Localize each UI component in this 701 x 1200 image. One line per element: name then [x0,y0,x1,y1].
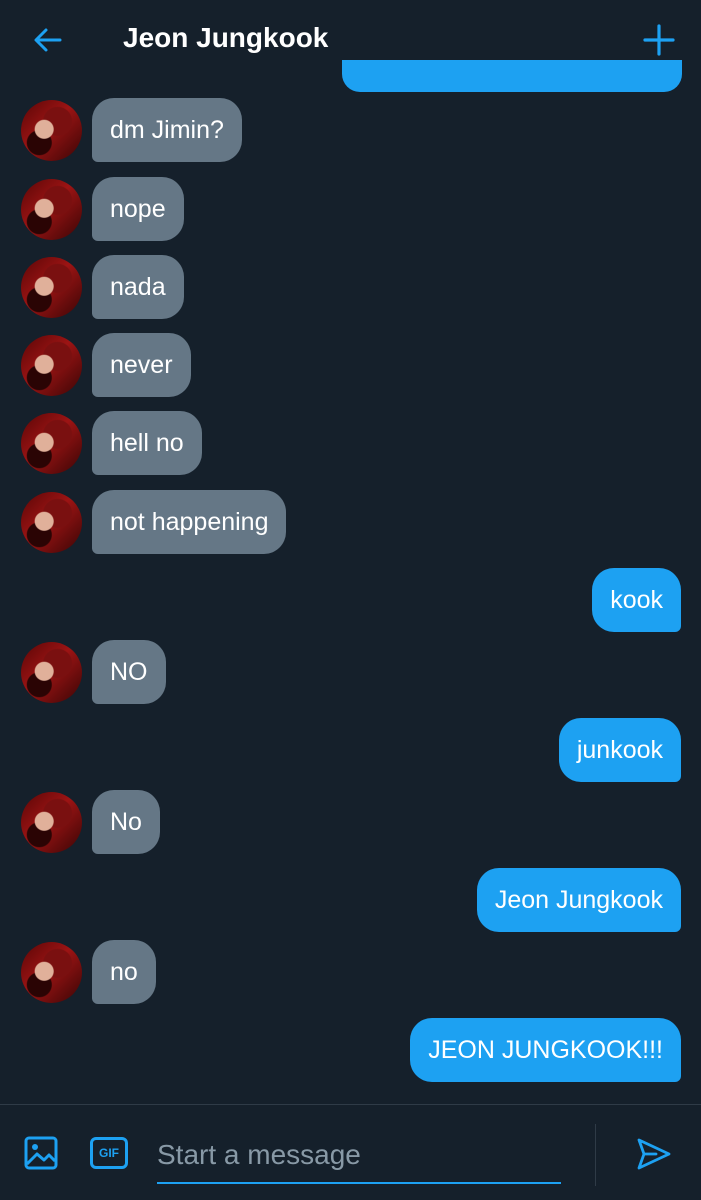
send-button[interactable] [634,1134,674,1174]
message-row: junkook [0,718,701,784]
message-bubble[interactable]: hell no [92,411,202,475]
message-bubble[interactable]: nope [92,177,184,241]
message-bubble[interactable]: JEON JUNGKOOK!!! [410,1018,681,1082]
avatar[interactable] [21,642,82,703]
message-row: JEON JUNGKOOK!!! [0,1018,701,1084]
message-bubble[interactable]: Jeon Jungkook [476,868,681,932]
message-row: Jeon Jungkook [0,868,701,934]
image-icon [24,1136,58,1170]
message-bubble[interactable]: No [92,790,160,854]
message-bubble[interactable]: NO [92,640,166,704]
message-bubble[interactable]: junkook [558,718,681,782]
message-bubble[interactable]: no [92,940,156,1004]
message-row: kook [0,568,701,634]
message-row: dm Jimin? [0,98,701,164]
message-bubble[interactable]: nada [92,255,184,319]
avatar[interactable] [21,257,82,318]
gif-button[interactable]: GIF [90,1137,128,1169]
message-row: hell no [0,411,701,477]
send-icon [637,1138,671,1170]
avatar[interactable] [21,335,82,396]
message-bubble[interactable]: never [92,333,191,397]
avatar[interactable] [21,792,82,853]
message-row: nada [0,255,701,321]
message-input[interactable] [157,1128,561,1184]
avatar[interactable] [21,100,82,161]
avatar[interactable] [21,942,82,1003]
message-row: not happening [0,490,701,556]
message-thread: dm Jimin? nope nada never hell no not ha… [0,0,701,1100]
message-row: no [0,940,701,1006]
message-bubble[interactable]: not happening [92,490,287,554]
avatar[interactable] [21,179,82,240]
message-row: never [0,333,701,399]
add-media-button[interactable] [22,1134,60,1172]
composer-divider [595,1124,596,1186]
message-row: No [0,790,701,856]
message-row: NO [0,640,701,706]
message-bubble[interactable]: kook [592,568,681,632]
message-bubble[interactable]: dm Jimin? [92,98,242,162]
avatar[interactable] [21,492,82,553]
message-row: nope [0,177,701,243]
avatar[interactable] [21,413,82,474]
